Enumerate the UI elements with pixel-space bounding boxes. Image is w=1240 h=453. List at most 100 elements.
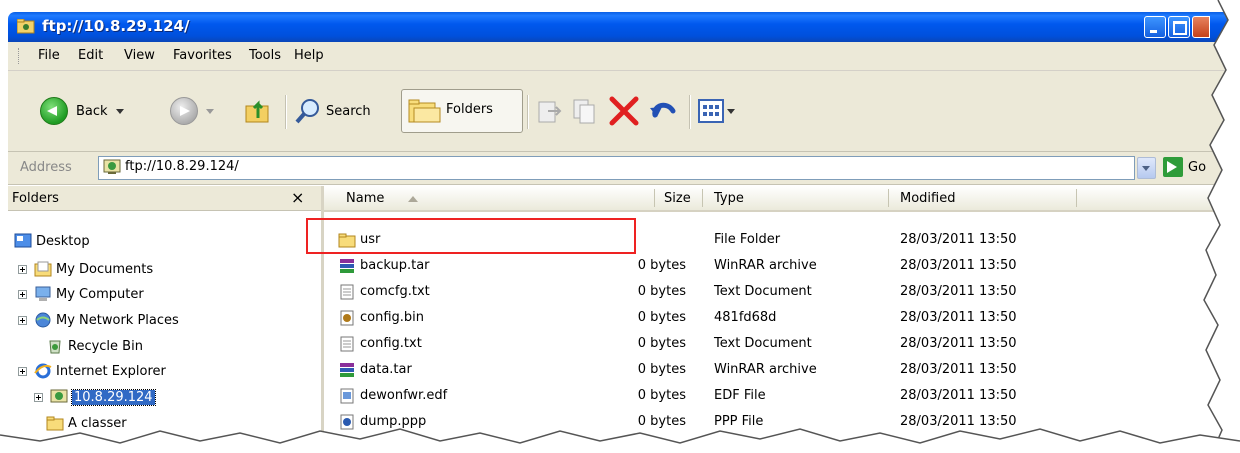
tree-item-label: 10.8.29.124 — [71, 388, 156, 406]
forward-dropdown-icon[interactable] — [206, 108, 214, 114]
menu-view[interactable]: View — [124, 48, 155, 63]
search-button[interactable]: Search — [294, 91, 371, 131]
expand-internet-explorer[interactable] — [18, 367, 27, 376]
go-label[interactable]: Go — [1188, 160, 1206, 175]
file-name: config.bin — [360, 310, 425, 325]
back-label: Back — [76, 103, 108, 119]
column-name[interactable]: Name — [346, 191, 384, 206]
address-dropdown-button[interactable] — [1137, 157, 1156, 179]
column-divider[interactable] — [1076, 189, 1077, 207]
toolbar-separator — [527, 95, 529, 129]
tree-item-my-computer[interactable]: My Computer — [34, 283, 144, 305]
title-bar[interactable]: ftp://10.8.29.124/ — [8, 12, 1240, 42]
folders-pane-header: Folders × — [8, 186, 321, 211]
menu-file[interactable]: File — [38, 48, 60, 63]
up-folder-icon — [245, 100, 269, 123]
winrar-icon — [340, 363, 354, 377]
up-folder-button[interactable] — [244, 91, 274, 131]
expand-my-network-places[interactable] — [18, 316, 27, 325]
folders-pane: Folders × Desktop My Documents My Comput… — [8, 186, 324, 453]
file-size: 0 bytes — [637, 310, 686, 325]
annotation-highlight-box — [306, 218, 636, 254]
folders-button[interactable]: Folders — [401, 89, 523, 133]
window-title: ftp://10.8.29.124/ — [42, 17, 190, 35]
delete-x-icon — [609, 96, 639, 126]
column-type[interactable]: Type — [714, 191, 744, 206]
views-dropdown-icon[interactable] — [727, 108, 735, 114]
tree-item-internet-explorer[interactable]: Internet Explorer — [34, 360, 166, 382]
menu-tools[interactable]: Tools — [249, 48, 281, 63]
close-button[interactable] — [1192, 16, 1210, 38]
close-pane-icon[interactable]: × — [291, 188, 304, 207]
menu-bar: File Edit View Favorites Tools Help — [8, 42, 1240, 71]
tree-item-label: My Computer — [56, 286, 144, 302]
address-input[interactable]: ftp://10.8.29.124/ — [98, 156, 1135, 180]
recycle-bin-icon — [49, 340, 61, 354]
views-button[interactable] — [698, 91, 735, 131]
file-row[interactable]: backup.tar 0 bytes WinRAR archive 28/03/… — [324, 254, 1240, 280]
tree-item-a-classer[interactable]: A classer — [46, 412, 127, 434]
text-document-icon — [340, 284, 354, 300]
file-type: Text Document — [714, 336, 812, 351]
computer-icon — [35, 286, 51, 301]
text-document-icon — [340, 336, 354, 352]
forward-button[interactable] — [170, 91, 214, 131]
explorer-window: ftp://10.8.29.124/ File Edit View Favori… — [0, 0, 1240, 453]
file-row[interactable]: config.bin 0 bytes 481fd68d 28/03/2011 1… — [324, 306, 1240, 332]
file-type: Text Document — [714, 284, 812, 299]
tree-item-my-documents[interactable]: My Documents — [34, 258, 153, 280]
file-size: 0 bytes — [637, 258, 686, 273]
go-arrow-icon[interactable] — [1163, 157, 1183, 177]
file-row[interactable]: dewonfwr.edf 0 bytes EDF File 28/03/2011… — [324, 384, 1240, 410]
tree-item-label: Recycle Bin — [68, 338, 143, 354]
edf-file-icon — [340, 388, 354, 404]
column-size[interactable]: Size — [664, 191, 691, 206]
file-name: comcfg.txt — [360, 284, 430, 299]
delete-button[interactable] — [608, 91, 640, 131]
tree-item-my-network-places[interactable]: My Network Places — [34, 309, 179, 331]
column-divider[interactable] — [702, 189, 703, 207]
ftp-site-icon — [103, 159, 121, 174]
sort-ascending-icon — [408, 196, 418, 202]
back-arrow-icon — [40, 97, 68, 125]
file-modified: 28/03/2011 13:50 — [900, 232, 1017, 247]
file-size: 0 bytes — [637, 362, 686, 377]
move-to-button[interactable] — [536, 91, 564, 131]
file-name: backup.tar — [360, 258, 430, 273]
ppp-file-icon — [340, 414, 354, 430]
column-divider[interactable] — [654, 189, 655, 207]
tree-item-recycle-bin[interactable]: Recycle Bin — [46, 335, 143, 357]
file-type: PPP File — [714, 414, 764, 429]
menu-grip — [18, 48, 22, 64]
column-divider[interactable] — [888, 189, 889, 207]
tree-item-ftp-site[interactable]: 10.8.29.124 — [50, 386, 156, 408]
undo-button[interactable] — [647, 91, 679, 131]
copy-to-button[interactable] — [571, 91, 599, 131]
file-row[interactable]: comcfg.txt 0 bytes Text Document 28/03/2… — [324, 280, 1240, 306]
expand-my-computer[interactable] — [18, 290, 27, 299]
file-size: 0 bytes — [637, 388, 686, 403]
tree-item-label: My Documents — [56, 261, 154, 277]
minimize-button[interactable] — [1144, 16, 1166, 38]
expand-my-documents[interactable] — [18, 265, 27, 274]
tree-item-desktop[interactable]: Desktop — [14, 230, 90, 252]
menu-favorites[interactable]: Favorites — [173, 48, 232, 63]
file-row[interactable]: dump.ppp 0 bytes PPP File 28/03/2011 13:… — [324, 410, 1240, 436]
file-row[interactable]: config.txt 0 bytes Text Document 28/03/2… — [324, 332, 1240, 358]
file-row[interactable]: data.tar 0 bytes WinRAR archive 28/03/20… — [324, 358, 1240, 384]
address-value: ftp://10.8.29.124/ — [125, 159, 239, 174]
expand-ftp-site[interactable] — [34, 393, 43, 402]
tree-item-label: My Network Places — [56, 312, 179, 328]
file-name: data.tar — [360, 362, 412, 377]
menu-help[interactable]: Help — [294, 48, 324, 63]
folders-pane-title: Folders — [12, 191, 59, 206]
menu-edit[interactable]: Edit — [78, 48, 103, 63]
column-modified[interactable]: Modified — [900, 191, 955, 206]
search-magnifier-icon — [295, 99, 319, 124]
tree-item-label: Internet Explorer — [56, 363, 166, 379]
maximize-button[interactable] — [1168, 16, 1190, 38]
back-dropdown-icon[interactable] — [115, 108, 124, 114]
back-button[interactable]: Back — [40, 91, 124, 131]
file-name: config.txt — [360, 336, 422, 351]
file-size: 0 bytes — [637, 414, 686, 429]
